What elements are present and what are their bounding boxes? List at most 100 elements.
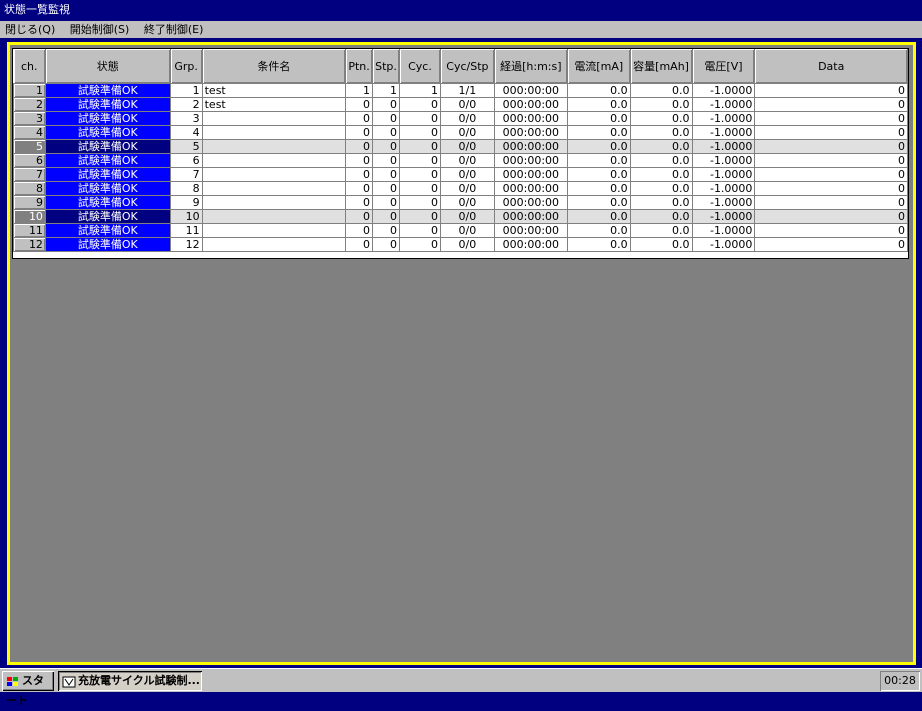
cell-elapsed: 000:00:00 bbox=[493, 97, 568, 112]
cell-cycle: 0 bbox=[399, 209, 441, 224]
cell-current: 0.0 bbox=[566, 167, 631, 182]
cell-capacity: 0.0 bbox=[629, 195, 693, 210]
cell-channel: 6 bbox=[13, 153, 46, 168]
cell-cycle: 0 bbox=[399, 181, 441, 196]
cell-step: 0 bbox=[372, 237, 401, 252]
cell-step: 0 bbox=[372, 125, 401, 140]
cell-condition-name bbox=[201, 125, 347, 140]
start-button[interactable]: スタート bbox=[2, 671, 54, 707]
table-row[interactable]: 2 試験準備OK 2 test 0 0 0 0/0 000:00:00 0.0 0.0 -1.0000… bbox=[13, 97, 908, 112]
cell-capacity: 0.0 bbox=[629, 125, 693, 140]
cell-group: 4 bbox=[169, 125, 203, 140]
cell-step: 0 bbox=[372, 153, 401, 168]
cell-current: 0.0 bbox=[566, 125, 631, 140]
cell-status: 試験準備OK bbox=[44, 111, 171, 126]
cell-elapsed: 000:00:00 bbox=[493, 223, 568, 238]
menu-item-start-control[interactable]: 開始制御(S) bbox=[65, 21, 135, 38]
cell-condition-name bbox=[201, 209, 347, 224]
status-table: ch. 状態 Grp. 条件名 Ptn. Stp. Cyc. Cyc/Stp 経過[h:m:s]… bbox=[13, 49, 908, 252]
cell-current: 0.0 bbox=[566, 111, 631, 126]
cell-data: 0 bbox=[754, 223, 908, 238]
table-row[interactable]: 7 試験準備OK 7 0 0 0 0/0 000:00:00 0.0 0.0 -1.0000 0 bbox=[13, 167, 908, 182]
cell-condition-name bbox=[201, 237, 347, 252]
cell-status: 試験準備OK bbox=[44, 153, 171, 168]
table-row[interactable]: 6 試験準備OK 6 0 0 0 0/0 000:00:00 0.0 0.0 -1.0000 0 bbox=[13, 153, 908, 168]
cell-data: 0 bbox=[754, 195, 908, 210]
table-row[interactable]: 11 試験準備OK 11 0 0 0 0/0 000:00:00 0.0 0.0 -1.0000 0 bbox=[13, 223, 908, 238]
cell-data: 0 bbox=[754, 181, 908, 196]
system-tray-clock: 00:28 bbox=[880, 671, 920, 691]
cell-cycle: 0 bbox=[399, 195, 441, 210]
col-header-elapsed: 経過[h:m:s] bbox=[494, 49, 568, 84]
cell-step: 0 bbox=[372, 97, 401, 112]
cell-status: 試験準備OK bbox=[44, 139, 171, 154]
status-grid: ch. 状態 Grp. 条件名 Ptn. Stp. Cyc. Cyc/Stp 経過[h:m:s]… bbox=[12, 48, 909, 259]
col-header-cycle-step: Cyc/Stp bbox=[440, 49, 495, 84]
menu-item-close[interactable]: 閉じる(Q) bbox=[0, 21, 60, 38]
cell-condition-name bbox=[201, 153, 347, 168]
cell-elapsed: 000:00:00 bbox=[493, 111, 568, 126]
table-row[interactable]: 12 試験準備OK 12 0 0 0 0/0 000:00:00 0.0 0.0 -1.0000 0 bbox=[13, 237, 908, 252]
cell-channel: 8 bbox=[13, 181, 46, 196]
cell-voltage: -1.0000 bbox=[691, 153, 756, 168]
cell-data: 0 bbox=[754, 167, 908, 182]
taskbar-app-label: 充放電サイクル試験制... bbox=[78, 674, 200, 687]
cell-capacity: 0.0 bbox=[629, 153, 693, 168]
cell-cycle-step: 0/0 bbox=[439, 223, 495, 238]
menu-item-end-control[interactable]: 終了制御(E) bbox=[139, 21, 209, 38]
cell-step: 1 bbox=[372, 83, 401, 98]
cell-channel: 4 bbox=[13, 125, 46, 140]
table-row[interactable]: 5 試験準備OK 5 0 0 0 0/0 000:00:00 0.0 0.0 -1.0000 0 bbox=[13, 139, 908, 154]
cell-voltage: -1.0000 bbox=[691, 125, 756, 140]
windows-logo-icon bbox=[6, 675, 20, 687]
cell-pattern: 0 bbox=[345, 181, 374, 196]
table-row[interactable]: 9 試験準備OK 9 0 0 0 0/0 000:00:00 0.0 0.0 -1.0000 0 bbox=[13, 195, 908, 210]
cell-cycle-step: 0/0 bbox=[439, 111, 495, 126]
cell-pattern: 0 bbox=[345, 97, 374, 112]
col-header-capacity: 容量[mAh] bbox=[630, 49, 693, 84]
cell-group: 5 bbox=[169, 139, 203, 154]
cell-channel: 7 bbox=[13, 167, 46, 182]
cell-step: 0 bbox=[372, 111, 401, 126]
cell-group: 6 bbox=[169, 153, 203, 168]
cell-channel: 12 bbox=[13, 237, 46, 252]
cell-voltage: -1.0000 bbox=[691, 139, 756, 154]
cell-group: 11 bbox=[169, 223, 203, 238]
cell-group: 2 bbox=[169, 97, 203, 112]
cell-group: 3 bbox=[169, 111, 203, 126]
cell-cycle: 0 bbox=[399, 111, 441, 126]
cell-cycle: 0 bbox=[399, 97, 441, 112]
window-titlebar: 状態一覧監視 bbox=[0, 0, 922, 21]
cell-cycle-step: 0/0 bbox=[439, 125, 495, 140]
cell-current: 0.0 bbox=[566, 209, 631, 224]
cell-current: 0.0 bbox=[566, 223, 631, 238]
cell-step: 0 bbox=[372, 181, 401, 196]
table-body: 1 試験準備OK 1 test 1 1 1 1/1 000:00:00 0.0 0.0 -1.0000… bbox=[13, 83, 908, 252]
cell-cycle-step: 0/0 bbox=[439, 97, 495, 112]
table-row[interactable]: 3 試験準備OK 3 0 0 0 0/0 000:00:00 0.0 0.0 -1.0000 0 bbox=[13, 111, 908, 126]
cell-capacity: 0.0 bbox=[629, 237, 693, 252]
cell-voltage: -1.0000 bbox=[691, 111, 756, 126]
cell-voltage: -1.0000 bbox=[691, 167, 756, 182]
taskbar-app-button[interactable]: 充放電サイクル試験制... bbox=[58, 671, 202, 691]
cell-current: 0.0 bbox=[566, 181, 631, 196]
cell-condition-name bbox=[201, 167, 347, 182]
col-header-condition-name: 条件名 bbox=[202, 49, 347, 84]
table-row[interactable]: 1 試験準備OK 1 test 1 1 1 1/1 000:00:00 0.0 0.0 -1.0000… bbox=[13, 83, 908, 98]
cell-channel: 11 bbox=[13, 223, 46, 238]
cell-data: 0 bbox=[754, 83, 908, 98]
cell-status: 試験準備OK bbox=[44, 181, 171, 196]
cell-elapsed: 000:00:00 bbox=[493, 83, 568, 98]
table-row[interactable]: 8 試験準備OK 8 0 0 0 0/0 000:00:00 0.0 0.0 -1.0000 0 bbox=[13, 181, 908, 196]
app-window-icon bbox=[62, 675, 76, 688]
table-row[interactable]: 4 試験準備OK 4 0 0 0 0/0 000:00:00 0.0 0.0 -1.0000 0 bbox=[13, 125, 908, 140]
cell-cycle: 0 bbox=[399, 237, 441, 252]
cell-status: 試験準備OK bbox=[44, 223, 171, 238]
cell-voltage: -1.0000 bbox=[691, 223, 756, 238]
cell-pattern: 0 bbox=[345, 153, 374, 168]
col-header-step: Stp. bbox=[372, 49, 401, 84]
cell-capacity: 0.0 bbox=[629, 181, 693, 196]
cell-status: 試験準備OK bbox=[44, 237, 171, 252]
table-row[interactable]: 10 試験準備OK 10 0 0 0 0/0 000:00:00 0.0 0.0 -1.0000 0 bbox=[13, 209, 908, 224]
cell-elapsed: 000:00:00 bbox=[493, 209, 568, 224]
